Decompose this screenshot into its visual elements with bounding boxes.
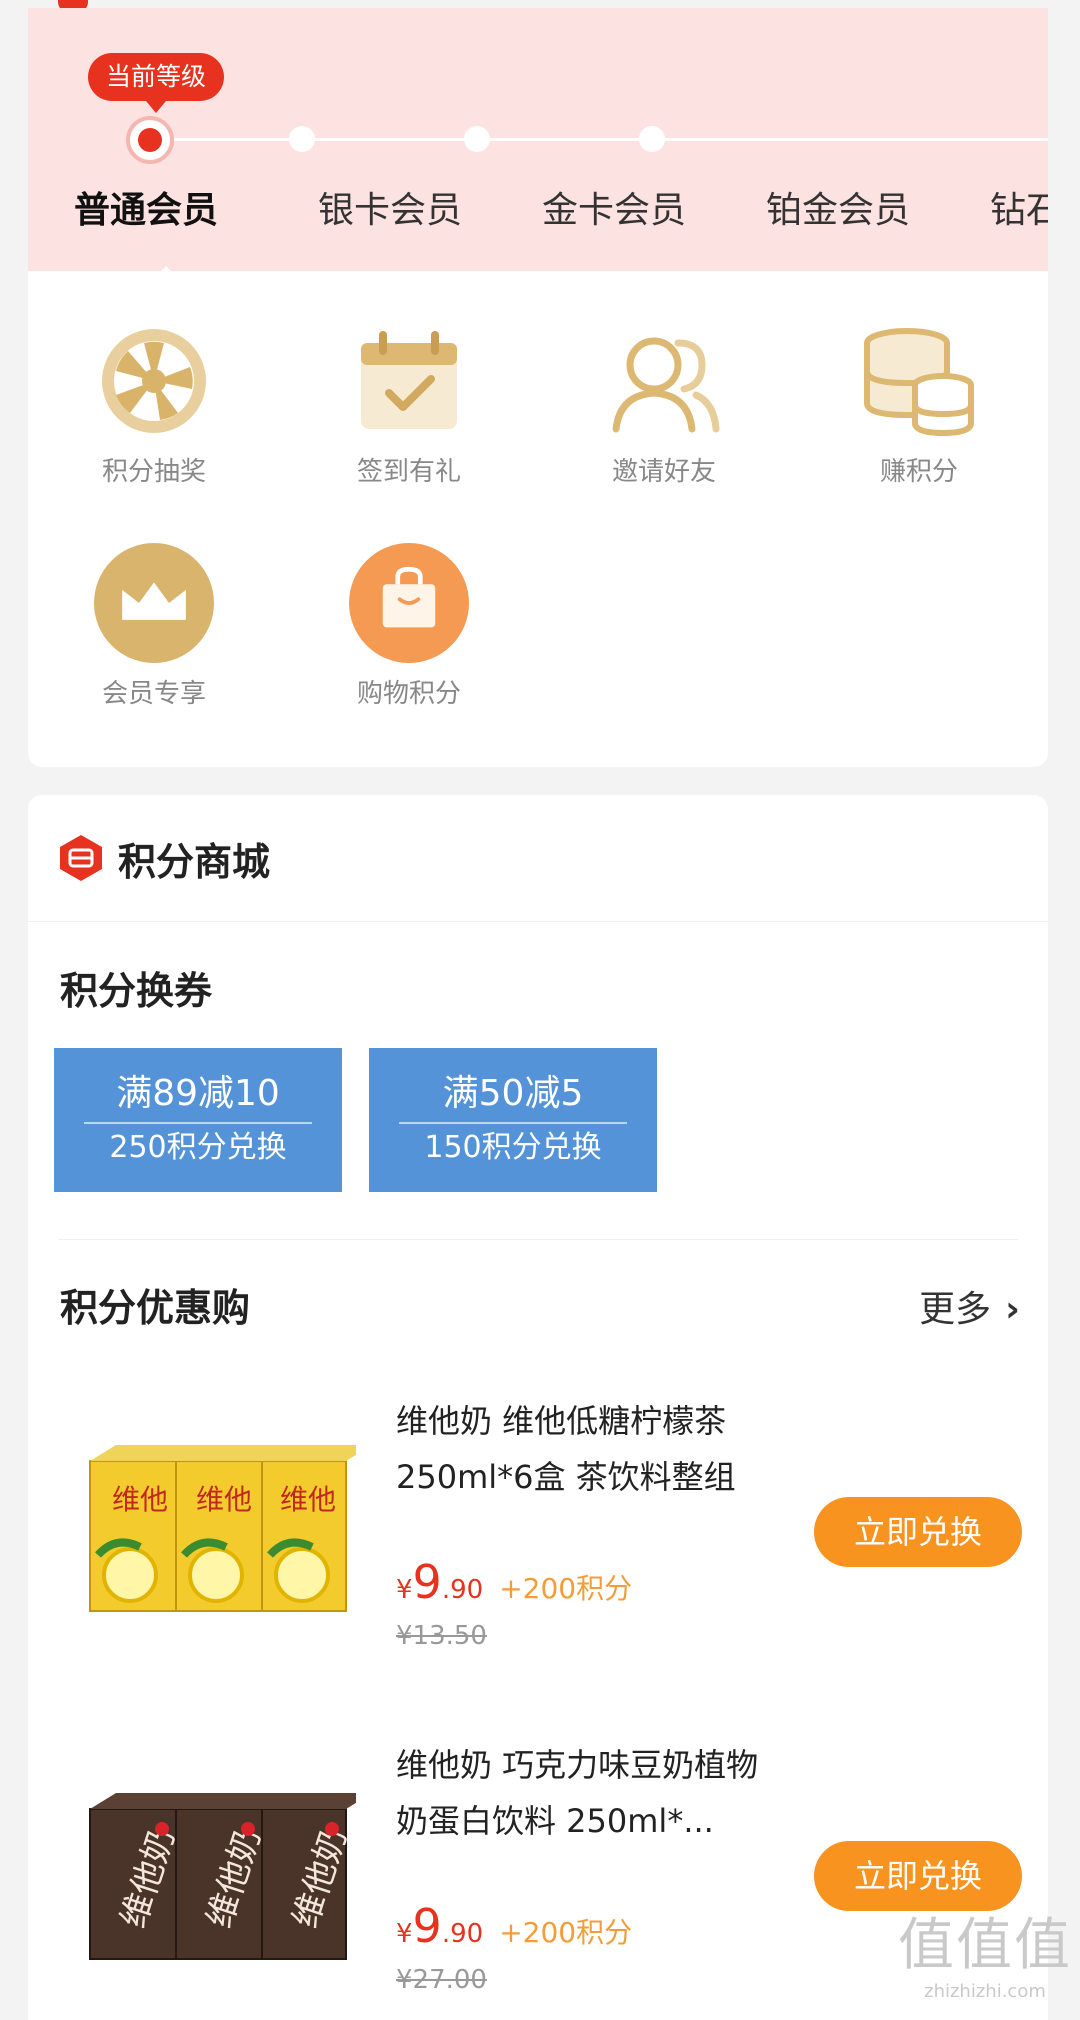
product-item[interactable]: 维他奶 维他奶 维他奶 维他奶 巧克力味豆奶植物奶蛋白饮料 250ml*... … [28,1729,1048,2020]
coins-stack-icon [859,321,979,441]
feature-label: 购物积分 [356,679,461,709]
product-image-chocolate-soy-milk: 维他奶 维他奶 维他奶 [76,1769,372,1969]
feature-invite[interactable]: 邀请好友 [564,321,764,488]
shopping-bag-icon [349,543,469,663]
original-price: ¥27.00 [396,1965,487,1995]
price-decimal: .90 [441,1919,484,1949]
crown-icon [94,543,214,663]
level-item-normal[interactable]: 普通会员 [74,181,218,233]
mall-title: 积分商城 [118,840,271,884]
feature-label: 赚积分 [879,457,958,487]
current-level-dot [126,116,174,164]
coupon-title: 满89减10 [116,1073,280,1114]
member-features: 积分抽奖 签到有礼 邀请好友 赚积分 会员专享 购物积分 [28,271,1048,767]
more-label: 更多 [919,1289,992,1330]
product-item[interactable]: 维他 维他 维他 维他奶 维他低糖柠檬茶250ml*6盒 茶饮料整组 ¥9.90… [28,1385,1048,1725]
price-currency: ¥ [396,1575,413,1605]
price-currency: ¥ [396,1919,413,1949]
level-item-diamond[interactable]: 钻石 [990,181,1048,233]
more-link[interactable]: 更多 › [919,1280,1020,1332]
coupon-divider [399,1122,627,1124]
price-decimal: .90 [441,1575,484,1605]
chevron-right-icon: › [1005,1289,1020,1330]
feature-lottery[interactable]: 积分抽奖 [54,321,254,488]
level-dot-gold [464,126,490,152]
watermark-logo: 值值值 [898,1913,1072,1978]
coupon-card[interactable]: 满89减10 250积分兑换 [54,1048,342,1192]
original-price: ¥13.50 [396,1621,487,1651]
calendar-check-icon [349,321,469,441]
product-price: ¥9.90 +200积分 [396,1555,632,1609]
feature-earn-points[interactable]: 赚积分 [819,321,1019,488]
coupon-divider [84,1122,312,1124]
coupon-card[interactable]: 满50减5 150积分兑换 [369,1048,657,1192]
product-name: 维他奶 维他低糖柠檬茶250ml*6盒 茶饮料整组 [396,1402,736,1496]
feature-label: 邀请好友 [611,457,716,487]
mall-logo-icon [58,833,104,887]
feature-label: 签到有礼 [356,457,461,487]
feature-checkin[interactable]: 签到有礼 [309,321,509,488]
watermark-url: zhizhizhi.com [924,1981,1046,2002]
product-name: 维他奶 巧克力味豆奶植物奶蛋白饮料 250ml*... [396,1746,759,1840]
redeem-button[interactable]: 立即兑换 [814,1497,1022,1567]
level-dot-platinum [639,126,665,152]
level-track [152,138,1048,141]
product-price: ¥9.90 +200积分 [396,1899,632,1953]
coupon-cost: 250积分兑换 [109,1130,287,1165]
feature-label: 积分抽奖 [101,457,206,487]
feature-member-exclusive[interactable]: 会员专享 [54,543,254,710]
coupon-title: 满50减5 [442,1073,584,1114]
current-level-badge: 当前等级 [88,53,225,113]
level-item-platinum[interactable]: 铂金会员 [766,181,910,233]
feature-shopping-points[interactable]: 购物积分 [309,543,509,710]
member-level-strip: 当前等级 普通会员 银卡会员 金卡会员 铂金会员 钻石 [28,8,1048,271]
price-points: +200积分 [499,1916,633,1949]
users-icon [604,321,724,441]
svg-text:维他: 维他 [196,1483,252,1516]
coupon-cost: 150积分兑换 [424,1130,602,1165]
product-image-lemon-tea: 维他 维他 维他 [76,1425,372,1625]
level-item-silver[interactable]: 银卡会员 [318,181,462,233]
deals-section-title: 积分优惠购 [60,1286,251,1330]
feature-label: 会员专享 [101,679,206,709]
site-watermark: 值值值 zhizhizhi.com [898,1900,1072,2002]
mall-header: 积分商城 [28,795,1048,922]
price-points: +200积分 [499,1572,633,1605]
price-integer: 9 [412,1899,442,1953]
svg-text:维他: 维他 [280,1483,336,1516]
section-divider [58,1239,1018,1240]
lottery-wheel-icon [94,321,214,441]
price-integer: 9 [412,1555,442,1609]
points-mall: 积分商城 积分换券 满89减10 250积分兑换 满50减5 150积分兑换 积… [28,795,1048,2020]
svg-text:维他: 维他 [112,1483,168,1516]
coupon-section-title: 积分换券 [60,969,213,1013]
level-item-gold[interactable]: 金卡会员 [542,181,686,233]
level-dot-silver [289,126,315,152]
